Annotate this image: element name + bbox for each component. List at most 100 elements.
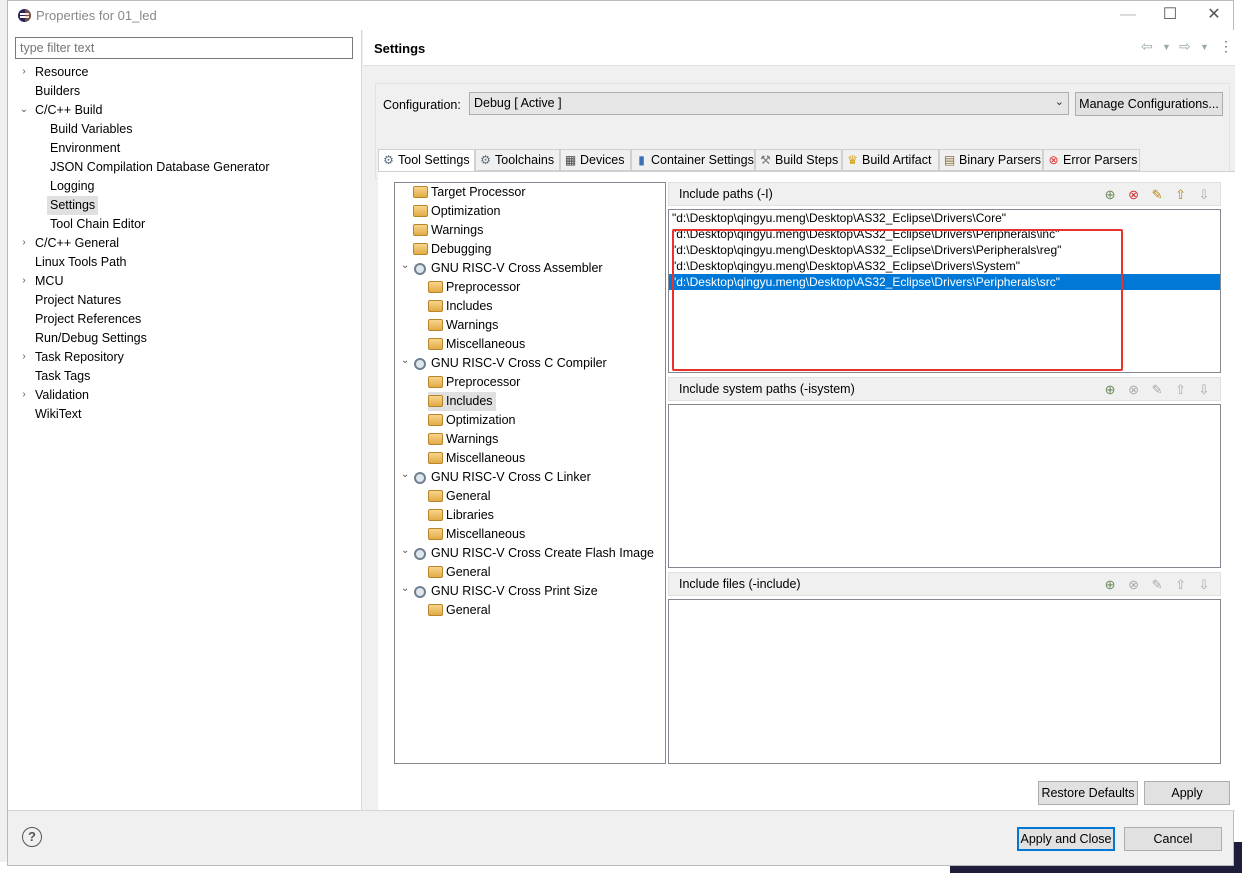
sidebar-item[interactable]: Project References (32, 310, 144, 329)
back-menu-icon[interactable]: ▼ (1162, 42, 1171, 52)
sidebar-item[interactable]: JSON Compilation Database Generator (47, 158, 273, 177)
list-item[interactable]: "d:\Desktop\qingyu.meng\Desktop\AS32_Ecl… (669, 226, 1220, 242)
title-bar[interactable]: Properties for 01_led — ☐ ✕ (8, 1, 1233, 30)
tool-tree-item[interactable]: GNU RISC-V Cross Print Size (413, 582, 601, 601)
chevron-down-icon[interactable]: ⌄ (401, 545, 409, 556)
sidebar-item[interactable]: Build Variables (47, 120, 135, 139)
restore-defaults-button[interactable]: Restore Defaults (1038, 781, 1138, 805)
delete-icon[interactable]: ⊗ (1126, 382, 1142, 398)
include-system-paths-list[interactable] (668, 404, 1221, 568)
tool-tree-item[interactable]: Miscellaneous (428, 525, 528, 544)
tool-tree-item[interactable]: Libraries (428, 506, 497, 525)
maximize-icon[interactable]: ☐ (1155, 5, 1185, 25)
tab-devices[interactable]: ▦ Devices (560, 149, 631, 171)
delete-icon[interactable]: ⊗ (1126, 577, 1142, 593)
forward-arrow-icon[interactable]: ⇨ (1179, 38, 1191, 55)
chevron-down-icon[interactable]: ⌄ (18, 104, 30, 115)
move-up-icon[interactable]: ⇧ (1173, 382, 1189, 398)
sidebar-item[interactable]: MCU (32, 272, 66, 291)
sidebar-item[interactable]: C/C++ General (32, 234, 122, 253)
tool-tree-item[interactable]: GNU RISC-V Cross Create Flash Image (413, 544, 657, 563)
chevron-right-icon[interactable]: › (18, 351, 30, 362)
include-paths-list[interactable]: "d:\Desktop\qingyu.meng\Desktop\AS32_Ecl… (668, 209, 1221, 373)
tab-error-parsers[interactable]: ⊗ Error Parsers (1043, 149, 1140, 171)
help-icon[interactable]: ? (22, 827, 42, 847)
sidebar-item[interactable]: Linux Tools Path (32, 253, 130, 272)
sidebar-item[interactable]: Tool Chain Editor (47, 215, 148, 234)
tool-tree-item[interactable]: Miscellaneous (428, 449, 528, 468)
tool-tree-item[interactable]: Warnings (428, 316, 501, 335)
include-files-list[interactable] (668, 599, 1221, 764)
sidebar-item[interactable]: Task Tags (32, 367, 93, 386)
move-up-icon[interactable]: ⇧ (1173, 577, 1189, 593)
tool-tree-item[interactable]: Optimization (413, 202, 503, 221)
list-item[interactable]: "d:\Desktop\qingyu.meng\Desktop\AS32_Ecl… (669, 210, 1220, 226)
minimize-icon[interactable]: — (1113, 5, 1143, 25)
tool-tree-item[interactable]: Includes (428, 297, 496, 316)
chevron-down-icon[interactable]: ⌄ (401, 355, 409, 366)
tool-tree-item[interactable]: Target Processor (413, 183, 528, 202)
close-icon[interactable]: ✕ (1199, 5, 1229, 25)
sidebar-item[interactable]: Project Natures (32, 291, 124, 310)
apply-button[interactable]: Apply (1144, 781, 1230, 805)
back-arrow-icon[interactable]: ⇦ (1141, 38, 1153, 55)
delete-icon[interactable]: ⊗ (1126, 187, 1142, 203)
list-item[interactable]: "d:\Desktop\qingyu.meng\Desktop\AS32_Ecl… (669, 258, 1220, 274)
tool-tree-item[interactable]: Debugging (413, 240, 494, 259)
sidebar-item[interactable]: C/C++ Build (32, 101, 105, 120)
manage-configurations-button[interactable]: Manage Configurations... (1075, 92, 1223, 116)
tab-build-artifact[interactable]: ♛ Build Artifact (842, 149, 939, 171)
sidebar-item[interactable]: Task Repository (32, 348, 127, 367)
tool-tree-item[interactable]: Miscellaneous (428, 335, 528, 354)
tool-tree-item[interactable]: Preprocessor (428, 278, 523, 297)
sidebar-item[interactable]: Run/Debug Settings (32, 329, 150, 348)
add-icon[interactable]: ⊕ (1102, 382, 1118, 398)
configuration-select[interactable]: Debug [ Active ] ⌄ (469, 92, 1069, 115)
tab-build-steps[interactable]: ⚒ Build Steps (755, 149, 842, 171)
tool-tree-item[interactable]: GNU RISC-V Cross C Linker (413, 468, 594, 487)
chevron-right-icon[interactable]: › (18, 275, 30, 286)
sidebar-item[interactable]: Validation (32, 386, 92, 405)
tool-tree-item[interactable]: General (428, 487, 493, 506)
add-icon[interactable]: ⊕ (1102, 577, 1118, 593)
chevron-down-icon[interactable]: ⌄ (401, 260, 409, 271)
chevron-down-icon[interactable]: ⌄ (401, 583, 409, 594)
list-item[interactable]: "d:\Desktop\qingyu.meng\Desktop\AS32_Ecl… (669, 274, 1220, 290)
move-up-icon[interactable]: ⇧ (1173, 187, 1189, 203)
sidebar-item[interactable]: Settings (47, 196, 99, 215)
forward-menu-icon[interactable]: ▼ (1200, 42, 1209, 52)
edit-icon[interactable]: ✎ (1149, 382, 1165, 398)
tool-tree-item[interactable]: GNU RISC-V Cross C Compiler (413, 354, 610, 373)
tool-tree-item[interactable]: Warnings (428, 430, 501, 449)
chevron-right-icon[interactable]: › (18, 389, 30, 400)
sidebar-item[interactable]: Resource (32, 63, 92, 82)
move-down-icon[interactable]: ⇩ (1196, 382, 1212, 398)
tab-binary-parsers[interactable]: ▤ Binary Parsers (939, 149, 1043, 171)
add-icon[interactable]: ⊕ (1102, 187, 1118, 203)
edit-icon[interactable]: ✎ (1149, 577, 1165, 593)
tool-tree-item[interactable]: Preprocessor (428, 373, 523, 392)
chevron-down-icon[interactable]: ⌄ (401, 469, 409, 480)
filter-input[interactable] (15, 37, 353, 59)
chevron-right-icon[interactable]: › (18, 237, 30, 248)
tool-tree-item[interactable]: Includes (428, 392, 496, 411)
tab-container-settings[interactable]: ▮ Container Settings (631, 149, 755, 171)
tool-tree-item[interactable]: General (428, 563, 493, 582)
view-menu-icon[interactable]: ⋮ (1219, 38, 1233, 55)
cancel-button[interactable]: Cancel (1124, 827, 1222, 851)
edit-icon[interactable]: ✎ (1149, 187, 1165, 203)
tool-tree-item[interactable]: Optimization (428, 411, 518, 430)
chevron-right-icon[interactable]: › (18, 66, 30, 77)
move-down-icon[interactable]: ⇩ (1196, 577, 1212, 593)
tool-tree-item[interactable]: GNU RISC-V Cross Assembler (413, 259, 606, 278)
tab-tool-settings[interactable]: ⚙ Tool Settings (378, 149, 475, 172)
sidebar-item[interactable]: Logging (47, 177, 98, 196)
list-item[interactable]: "d:\Desktop\qingyu.meng\Desktop\AS32_Ecl… (669, 242, 1220, 258)
sidebar-item[interactable]: Environment (47, 139, 123, 158)
tool-tree-item[interactable]: Warnings (413, 221, 486, 240)
apply-and-close-button[interactable]: Apply and Close (1017, 827, 1115, 851)
move-down-icon[interactable]: ⇩ (1196, 187, 1212, 203)
tool-tree-item[interactable]: General (428, 601, 493, 620)
sidebar-item[interactable]: Builders (32, 82, 83, 101)
sidebar-item[interactable]: WikiText (32, 405, 85, 424)
